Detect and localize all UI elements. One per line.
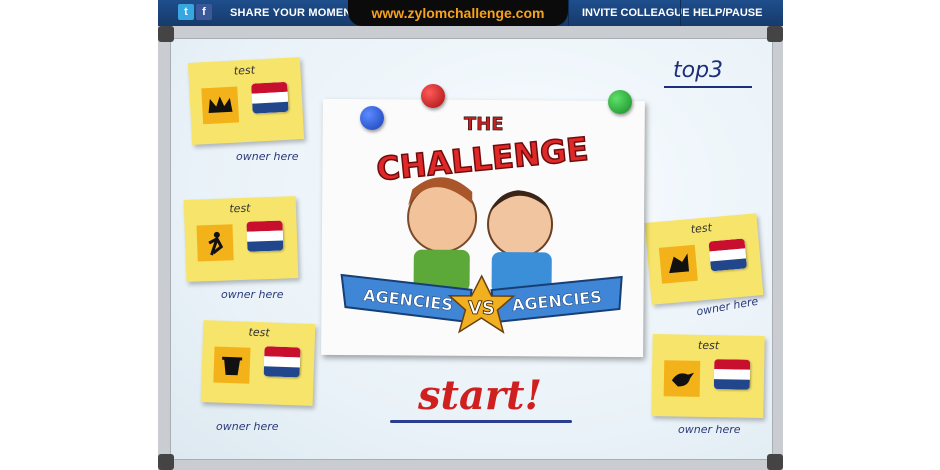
note-title: test [229, 201, 251, 216]
top3-link[interactable]: top3 [673, 58, 723, 83]
flag-icon [246, 220, 284, 252]
divider [680, 0, 681, 26]
note-title: test [233, 63, 256, 78]
flag-icon [708, 238, 747, 272]
flag-icon [251, 81, 289, 114]
social-buttons: t f [178, 4, 212, 20]
runner-icon [196, 224, 234, 262]
owner-label: owner here [678, 423, 741, 436]
svg-text:VS: VS [468, 298, 495, 319]
frame-corner [158, 26, 174, 42]
agency-note-1[interactable]: test [187, 57, 305, 145]
agency-note-5[interactable]: test [651, 334, 765, 418]
crown-icon [201, 86, 240, 125]
blue-pin-icon [360, 106, 384, 130]
divider [568, 0, 569, 26]
svg-text:CHALLENGE: CHALLENGE [375, 130, 590, 189]
tree-icon [658, 244, 698, 284]
invite-colleague-button[interactable]: INVITE COLLEAGUE [582, 7, 690, 19]
twitter-icon[interactable]: t [178, 4, 194, 20]
flag-icon [713, 359, 751, 390]
green-pin-icon [608, 90, 632, 114]
frame-corner [158, 454, 174, 470]
owner-label: owner here [236, 150, 299, 163]
agency-note-2[interactable]: test [183, 196, 299, 282]
owner-label: owner here [221, 288, 284, 301]
challenge-poster: THE CHALLENGE AGENCIES AGENCIES VS [321, 98, 645, 358]
note-title: test [248, 325, 270, 340]
site-url[interactable]: www.zylomchallenge.com [348, 0, 568, 26]
top3-underline [664, 86, 752, 88]
agency-note-4[interactable]: test [644, 213, 764, 305]
note-title: test [690, 221, 713, 237]
bucket-icon [213, 346, 251, 384]
red-pin-icon [421, 84, 445, 108]
start-underline [390, 420, 572, 423]
bird-icon [663, 360, 701, 397]
frame-corner [767, 454, 783, 470]
owner-label: owner here [216, 420, 279, 433]
help-pause-button[interactable]: HELP/PAUSE [693, 7, 762, 19]
note-title: test [697, 338, 720, 353]
flag-icon [263, 346, 301, 378]
svg-text:THE: THE [464, 114, 504, 135]
challenge-logo: THE CHALLENGE AGENCIES AGENCIES VS [340, 114, 623, 334]
facebook-icon[interactable]: f [196, 4, 212, 20]
top-bar: t f SHARE YOUR MOMENTS www.zylomchalleng… [158, 0, 783, 26]
frame-corner [767, 26, 783, 42]
start-button[interactable]: start! [418, 372, 542, 419]
agency-note-3[interactable]: test [200, 320, 316, 406]
share-moments-button[interactable]: SHARE YOUR MOMENTS [230, 7, 366, 19]
